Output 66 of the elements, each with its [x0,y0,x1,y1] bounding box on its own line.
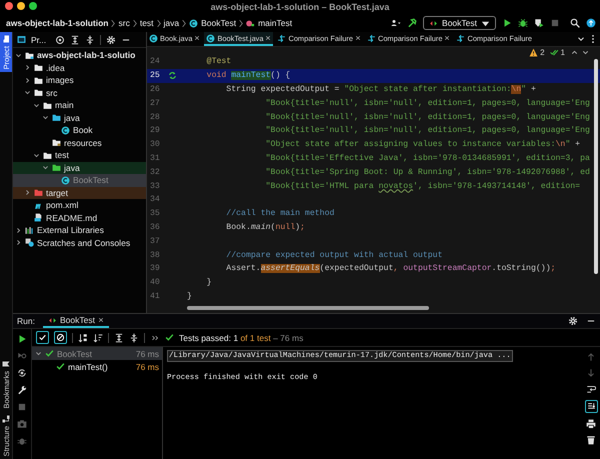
tree-item[interactable]: Book [13,124,146,136]
test-item[interactable]: BookTest 76 ms [32,347,162,360]
line-number: 32 [149,168,161,177]
code-line: "Object state after assigning values to instance variables:\n" + [264,140,580,150]
code-line: "Book{title='null', isbn='null', edition=1, pages=0, language='Eng [264,112,590,122]
tree-item[interactable]: target [13,186,146,199]
line-number: 36 [149,222,161,232]
code-line: "Book{title='HTML para novatos', isbn='978-1493714148', edition= [264,182,580,191]
tree-item[interactable]: images [13,74,146,86]
breadcrumb[interactable]: mainTest [258,18,292,28]
code-line: } [187,292,192,301]
passed-count[interactable]: 1 [560,48,565,57]
line-number: 30 [149,140,161,150]
code-line: void mainTest() { [206,71,290,80]
line-number: 35 [149,209,161,218]
line-number: 34 [149,195,161,204]
line-number: 37 [149,236,161,246]
tree-item[interactable]: Scratches and Consoles [13,236,146,249]
line-number: 31 [149,154,161,163]
breadcrumb[interactable]: test [140,18,154,28]
tree-item[interactable]: BookTest [13,174,146,186]
code-line: "Book{title='Effective Java', isbn='978-0134685991', edition=3, pa [264,154,590,163]
breadcrumb[interactable]: java [164,18,180,28]
line-number: 28 [149,112,161,122]
line-number: 39 [149,264,161,274]
run-tab[interactable]: BookTest [42,314,109,328]
line-number: 26 [149,84,161,94]
code-line: "Book{title='Spring Boot: Up & Running', isbn='978-1492076988', ed [264,168,590,177]
tree-item[interactable]: test [13,149,146,162]
line-number: 27 [149,98,161,108]
run-configuration-dropdown[interactable]: BookTest [423,16,496,30]
tree-item[interactable]: .idea [13,62,146,74]
code-line: Assert.assertEquals(expectedOutput, outputStreamCaptor.toString()); [225,264,556,274]
code-line: //call the main method [225,209,334,218]
tree-item[interactable]: aws-object-lab-1-solutio [13,49,146,62]
breadcrumb[interactable]: src [118,18,130,28]
line-number: 40 [149,278,161,288]
line-number: 29 [149,126,161,136]
code-line: "Book{title='null', isbn='null', edition=1, pages=0, language='Eng [264,126,590,136]
line-number: 24 [149,57,161,66]
code-line: "Book{title='null', isbn='null', edition=1, pages=0, language='Eng [264,98,590,108]
tree-item[interactable]: java [13,162,146,174]
tree-item[interactable]: main [13,99,146,112]
test-status: Tests passed: 1 of 1 test – 76 ms [179,332,304,342]
warning-count[interactable]: 2 [540,48,545,57]
panel-title[interactable]: Pr... [31,34,46,44]
line-number: 41 [149,292,161,301]
panel-title: Run: [17,316,35,326]
line-number: 33 [149,182,161,191]
tree-item[interactable]: External Libraries [13,224,146,236]
code-line: @Test [206,57,232,66]
tree-item[interactable]: src [13,86,146,99]
line-number: 25 [149,71,161,80]
tree-item[interactable]: java [13,112,146,124]
window-title: aws-object-lab-1-solution – BookTest.java [210,2,390,12]
tree-item[interactable]: resources [13,136,146,149]
tree-item[interactable]: README.md [13,212,146,224]
code-line: //compare expected output with actual output [225,250,442,260]
code-line: } [206,278,212,288]
line-number: 38 [149,250,161,260]
code-line: String expectedOutput = "Object state after instantiation:\n" + [225,84,536,94]
code-line: Book.main(null); [225,222,305,232]
breadcrumb[interactable]: BookTest [201,18,236,28]
test-item[interactable]: mainTest() 76 ms [32,360,162,373]
tree-item[interactable]: pom.xml [13,199,146,212]
breadcrumb[interactable]: aws-object-lab-1-solution [6,18,108,28]
